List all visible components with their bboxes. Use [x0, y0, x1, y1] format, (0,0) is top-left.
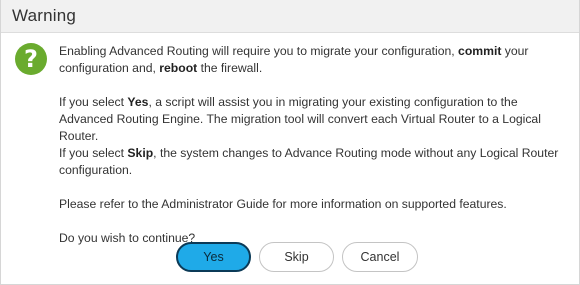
- warning-dialog: Warning ? Enabling Advanced Routing will…: [0, 0, 580, 285]
- cancel-button[interactable]: Cancel: [342, 242, 418, 272]
- commit-keyword: commit: [458, 44, 502, 58]
- reboot-keyword: reboot: [159, 61, 198, 75]
- message-text: Enabling Advanced Routing will require y…: [59, 44, 459, 58]
- message-paragraph-1: Enabling Advanced Routing will require y…: [59, 43, 564, 77]
- dialog-message: Enabling Advanced Routing will require y…: [59, 43, 564, 247]
- question-icon: ?: [15, 43, 47, 75]
- dialog-buttons: Yes Skip Cancel: [176, 242, 418, 272]
- dialog-titlebar: Warning: [1, 0, 579, 33]
- yes-button[interactable]: Yes: [176, 242, 251, 272]
- skip-button[interactable]: Skip: [259, 242, 334, 272]
- message-paragraph-2: If you select Yes, a script will assist …: [59, 94, 564, 145]
- message-text: If you select: [59, 146, 128, 160]
- message-text: If you select: [59, 95, 128, 109]
- message-paragraph-4: Please refer to the Administrator Guide …: [59, 197, 507, 211]
- message-paragraph-3: If you select Skip, the system changes t…: [59, 145, 564, 179]
- skip-keyword: Skip: [127, 146, 154, 160]
- dialog-title: Warning: [12, 6, 77, 25]
- message-text: the firewall.: [197, 61, 263, 75]
- yes-keyword: Yes: [127, 95, 149, 109]
